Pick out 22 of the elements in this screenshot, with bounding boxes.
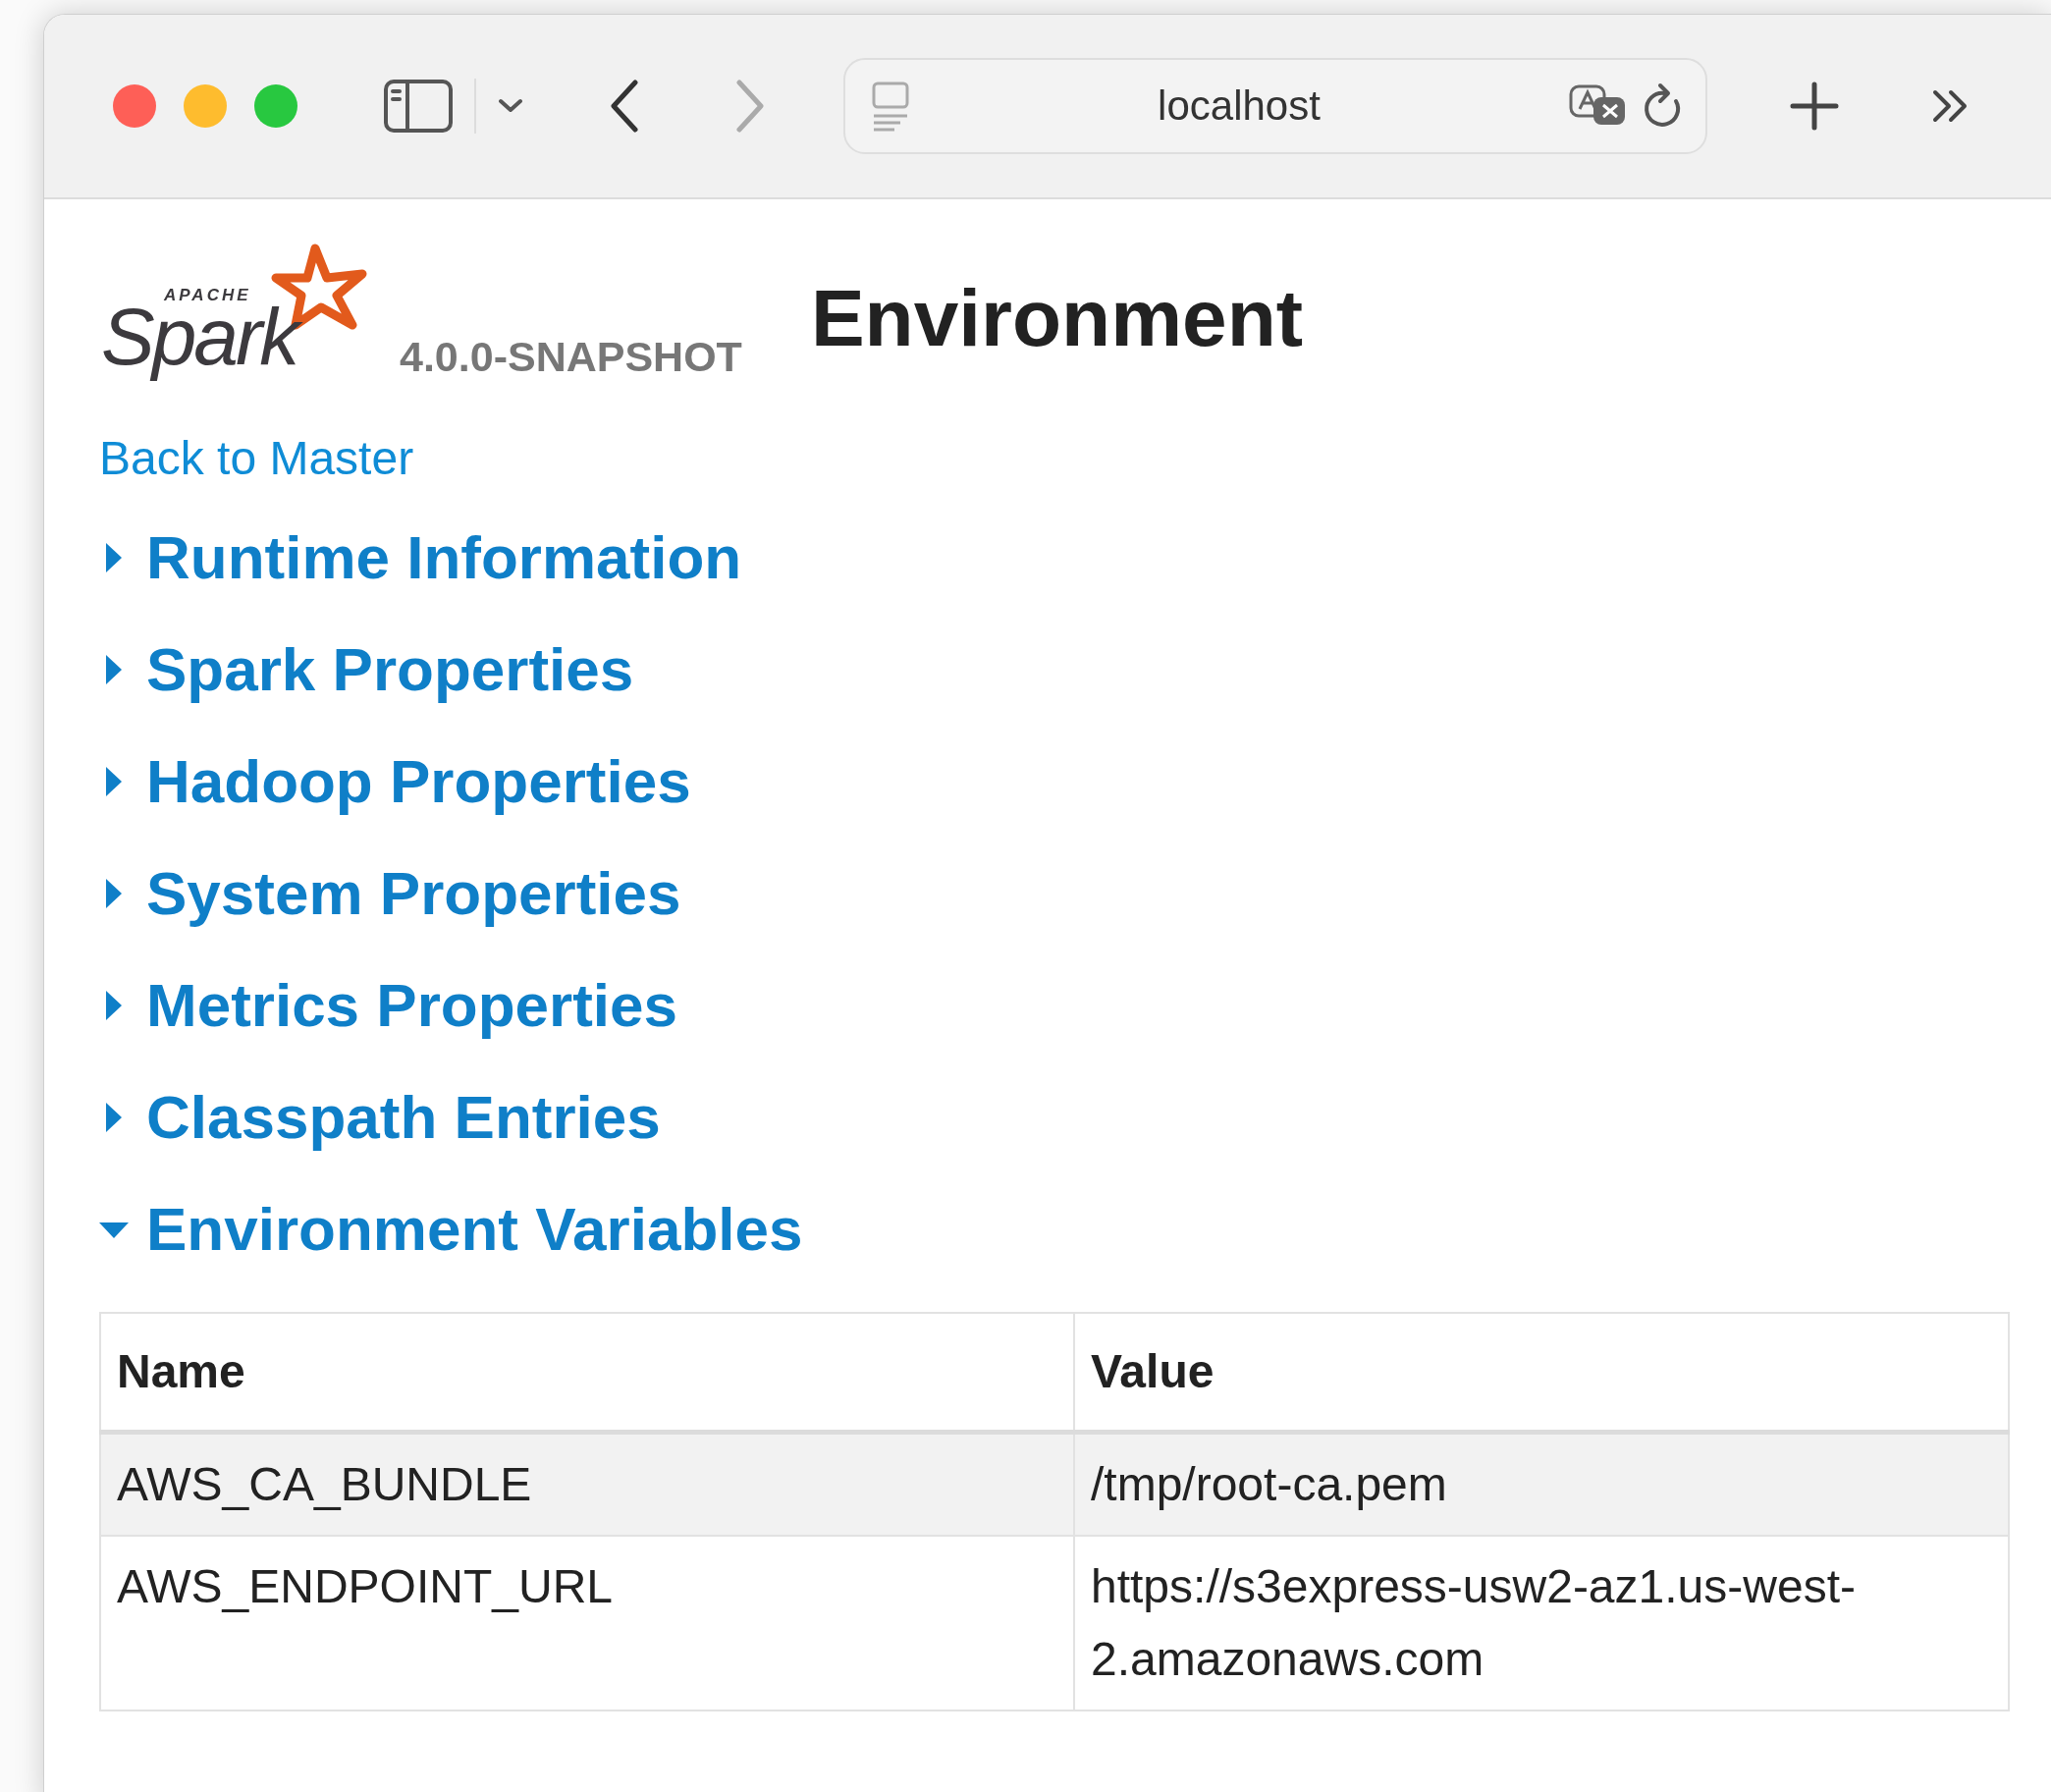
version-label: 4.0.0-SNAPSHOT — [400, 333, 742, 381]
sidebar-icon[interactable] — [384, 80, 453, 133]
address-bar[interactable]: localhost — [843, 58, 1707, 154]
section-toggle[interactable]: Metrics Properties — [99, 970, 677, 1041]
page-icon — [871, 81, 910, 132]
section-toggle[interactable]: Classpath Entries — [99, 1082, 661, 1153]
back-icon[interactable] — [610, 80, 639, 133]
section-toggle[interactable]: Runtime Information — [99, 522, 742, 593]
close-button[interactable] — [113, 84, 156, 128]
table-cell: AWS_ENDPOINT_URL — [100, 1536, 1074, 1711]
table-cell: AWS_CA_BUNDLE — [100, 1432, 1074, 1536]
section-toggle[interactable]: Environment Variables — [99, 1194, 803, 1265]
section-toggle[interactable]: Hadoop Properties — [99, 746, 691, 817]
table-cell: /tmp/root-ca.pem — [1074, 1432, 2009, 1536]
page-title: Environment — [810, 272, 1304, 364]
new-tab-icon[interactable] — [1790, 81, 1839, 131]
address-text: localhost — [1157, 82, 1322, 130]
back-link[interactable]: Back to Master — [99, 431, 414, 485]
section-toggle[interactable]: System Properties — [99, 858, 681, 929]
caret-icon[interactable] — [498, 98, 523, 114]
section-toggle[interactable]: Spark Properties — [99, 634, 634, 705]
table-cell: https://s3express-usw2-az1.us-west-2.amazonaws.com — [1074, 1536, 2009, 1711]
